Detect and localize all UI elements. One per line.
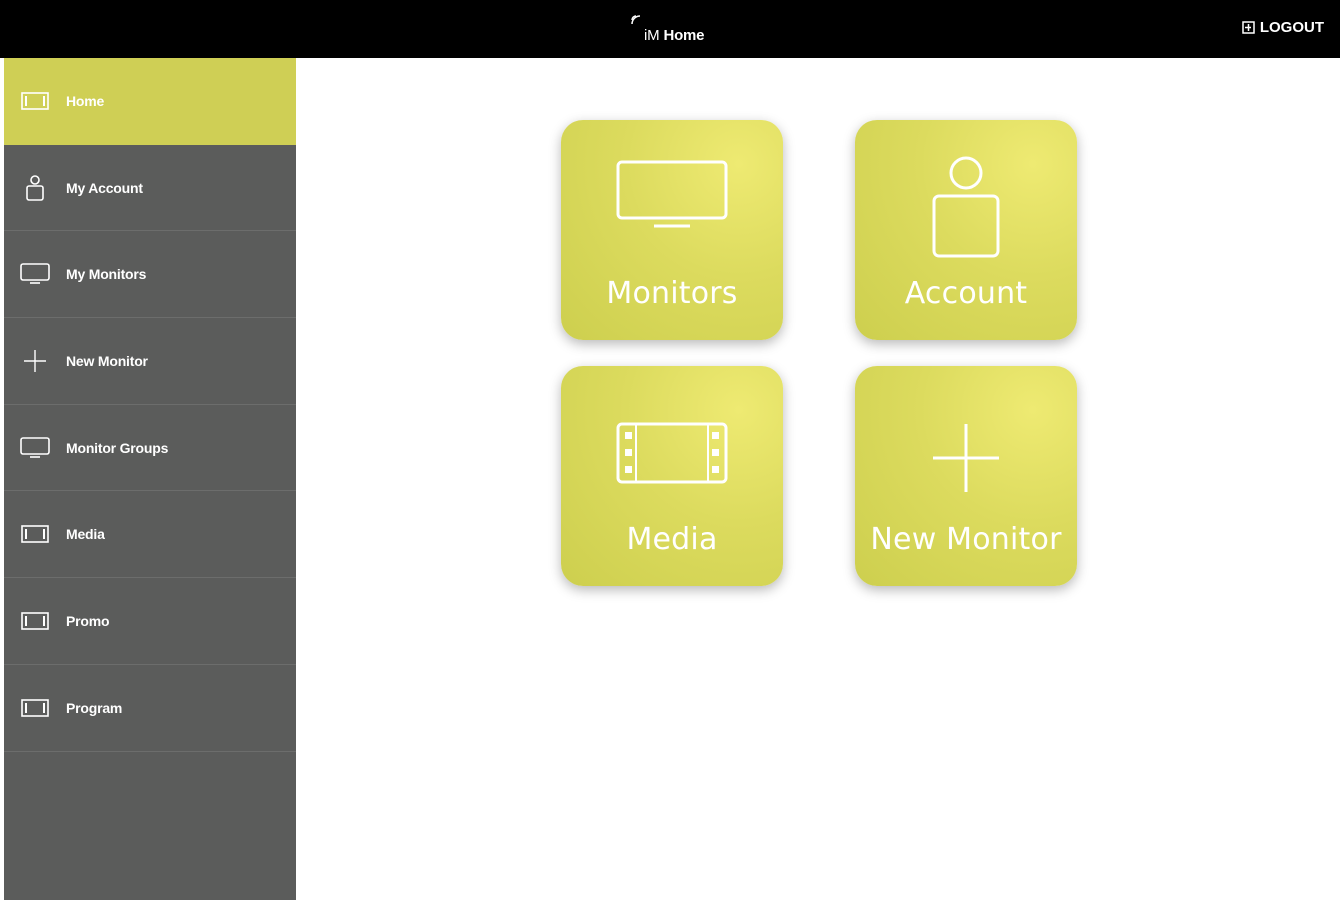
sidebar-item-my-account[interactable]: My Account: [4, 145, 296, 232]
media-strip-icon: [20, 609, 50, 633]
sidebar-item-label: Home: [66, 93, 105, 110]
sidebar-item-monitor-groups[interactable]: Monitor Groups: [4, 405, 296, 492]
app-title: iM Home: [628, 14, 705, 44]
tile-label: New Monitor: [870, 522, 1062, 557]
media-strip-icon: [20, 522, 50, 546]
sidebar-item-my-monitors[interactable]: My Monitors: [4, 231, 296, 319]
tile-label: Account: [904, 276, 1028, 311]
sidebar-item-label: New Monitor: [66, 352, 148, 369]
monitor-icon: [561, 160, 783, 232]
sidebar-item-label: My Account: [66, 179, 143, 196]
sidebar: Home My Account My Monitors New Monitor …: [4, 58, 296, 900]
sidebar-item-label: Program: [66, 699, 123, 716]
sidebar-item-label: My Monitors: [66, 266, 147, 283]
sidebar-item-new-monitor[interactable]: New Monitor: [4, 318, 296, 405]
sidebar-item-promo[interactable]: Promo: [4, 578, 296, 665]
sidebar-item-media[interactable]: Media: [4, 491, 296, 579]
user-icon: [20, 174, 50, 201]
page-title: Home: [663, 27, 705, 44]
sidebar-item-label: Monitor Groups: [66, 439, 169, 456]
logout-label: LOGOUT: [1259, 19, 1324, 36]
sidebar-item-home[interactable]: Home: [4, 58, 296, 145]
sidebar-item-program[interactable]: Program: [4, 665, 296, 752]
tile-new-monitor[interactable]: New Monitor: [855, 366, 1077, 586]
top-bar: iM Home LOGOUT: [0, 0, 1340, 58]
sidebar-item-label: Promo: [66, 612, 110, 629]
tile-media[interactable]: Media: [561, 366, 783, 586]
tile-monitors[interactable]: Monitors: [561, 120, 783, 340]
logout-button[interactable]: LOGOUT: [1242, 19, 1324, 36]
user-icon: [855, 156, 1077, 260]
signal-logo-icon: [631, 15, 641, 25]
film-icon: [561, 422, 783, 486]
media-strip-icon: [20, 89, 50, 113]
tile-account[interactable]: Account: [855, 120, 1077, 340]
plus-icon: [20, 349, 50, 373]
monitor-icon: [20, 262, 50, 286]
sidebar-item-label: Media: [66, 526, 105, 543]
brand-name: iM: [644, 27, 660, 44]
media-strip-icon: [20, 696, 50, 720]
plus-icon: [855, 422, 1077, 494]
monitor-icon: [20, 436, 50, 460]
tile-label: Monitors: [606, 276, 738, 311]
logout-icon: [1242, 21, 1255, 34]
tile-label: Media: [626, 522, 718, 557]
